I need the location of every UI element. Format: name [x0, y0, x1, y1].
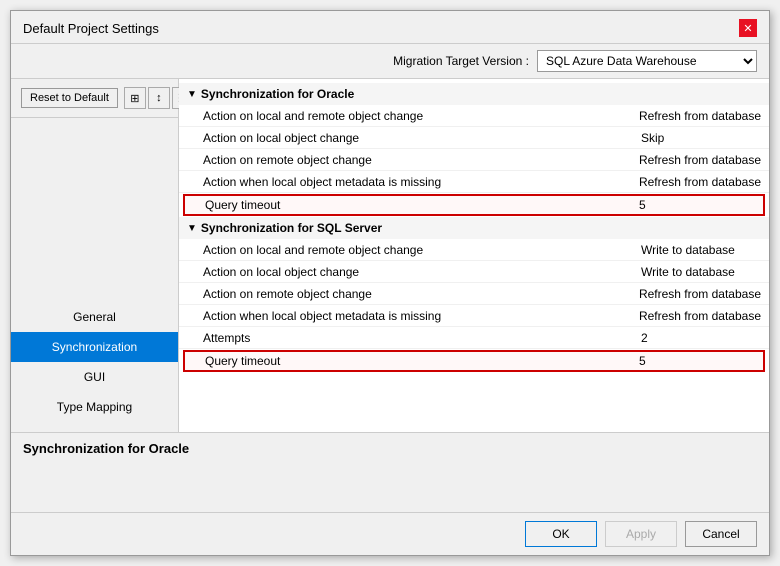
oracle-section-header[interactable]: ▼ Synchronization for Oracle — [179, 83, 769, 105]
sql-server-section-header[interactable]: ▼ Synchronization for SQL Server — [179, 217, 769, 239]
table-row: Action on local and remote object change… — [179, 105, 769, 127]
oracle-section-title: Synchronization for Oracle — [201, 87, 354, 101]
settings-tree: ▼ Synchronization for Oracle Action on l… — [179, 79, 769, 377]
bottom-section: Synchronization for Oracle — [11, 432, 769, 512]
oracle-query-timeout-row: Query timeout 5 — [183, 194, 765, 216]
right-panel: ▼ Synchronization for Oracle Action on l… — [179, 79, 769, 432]
cancel-button[interactable]: Cancel — [685, 521, 757, 547]
bottom-section-title: Synchronization for Oracle — [23, 441, 757, 456]
setting-value: Skip — [641, 131, 761, 145]
close-button[interactable]: ✕ — [739, 19, 757, 37]
ok-button[interactable]: OK — [525, 521, 597, 547]
reset-to-default-button[interactable]: Reset to Default — [21, 88, 118, 108]
table-row: Action on local object change Write to d… — [179, 261, 769, 283]
categorized-icon[interactable]: ⊞ — [124, 87, 146, 109]
migration-bar: Migration Target Version : SQL Azure Dat… — [11, 44, 769, 79]
sql-server-chevron-icon: ▼ — [187, 223, 197, 234]
title-bar: Default Project Settings ✕ — [11, 11, 769, 44]
apply-button[interactable]: Apply — [605, 521, 677, 547]
nav-items: General Synchronization GUI Type Mapping — [11, 118, 178, 432]
sidebar-item-gui[interactable]: GUI — [11, 362, 178, 392]
setting-name: Action on remote object change — [203, 287, 639, 301]
setting-value: Refresh from database — [639, 175, 761, 189]
setting-value: Write to database — [641, 243, 761, 257]
setting-name: Action on local object change — [203, 265, 641, 279]
dialog: Default Project Settings ✕ Migration Tar… — [10, 10, 770, 556]
setting-name: Action on local object change — [203, 131, 641, 145]
table-row: Action on remote object change Refresh f… — [179, 283, 769, 305]
migration-label: Migration Target Version : — [393, 54, 529, 68]
migration-select[interactable]: SQL Azure Data Warehouse SQL Server 2016… — [537, 50, 757, 72]
setting-value: 2 — [641, 331, 761, 345]
setting-value: Refresh from database — [639, 153, 761, 167]
left-panel: Reset to Default ⊞ ↕ ☰ General Synchroni… — [11, 79, 179, 432]
setting-value: Write to database — [641, 265, 761, 279]
setting-value: Refresh from database — [639, 287, 761, 301]
sidebar-item-general[interactable]: General — [11, 302, 178, 332]
sidebar-item-type-mapping[interactable]: Type Mapping — [11, 392, 178, 422]
setting-name: Action when local object metadata is mis… — [203, 309, 639, 323]
dialog-title: Default Project Settings — [23, 21, 159, 36]
setting-value: 5 — [639, 198, 759, 212]
sql-server-section-title: Synchronization for SQL Server — [201, 221, 382, 235]
setting-name: Action on remote object change — [203, 153, 639, 167]
main-content: Reset to Default ⊞ ↕ ☰ General Synchroni… — [11, 79, 769, 432]
setting-value: 5 — [639, 354, 759, 368]
reset-bar: Reset to Default ⊞ ↕ ☰ — [11, 79, 178, 118]
setting-name: Action on local and remote object change — [203, 109, 639, 123]
table-row: Action on local object change Skip — [179, 127, 769, 149]
sort-icon[interactable]: ↕ — [148, 87, 170, 109]
setting-value: Refresh from database — [639, 109, 761, 123]
setting-name: Query timeout — [205, 354, 639, 368]
setting-value: Refresh from database — [639, 309, 761, 323]
setting-name: Query timeout — [205, 198, 639, 212]
sql-query-timeout-row: Query timeout 5 — [183, 350, 765, 372]
setting-name: Action when local object metadata is mis… — [203, 175, 639, 189]
table-row: Action when local object metadata is mis… — [179, 305, 769, 327]
oracle-chevron-icon: ▼ — [187, 89, 197, 100]
table-row: Action when local object metadata is mis… — [179, 171, 769, 193]
setting-name: Action on local and remote object change — [203, 243, 641, 257]
setting-name: Attempts — [203, 331, 641, 345]
table-row: Action on local and remote object change… — [179, 239, 769, 261]
button-bar: OK Apply Cancel — [11, 512, 769, 555]
sidebar-item-synchronization[interactable]: Synchronization — [11, 332, 178, 362]
table-row: Action on remote object change Refresh f… — [179, 149, 769, 171]
table-row: Attempts 2 — [179, 327, 769, 349]
